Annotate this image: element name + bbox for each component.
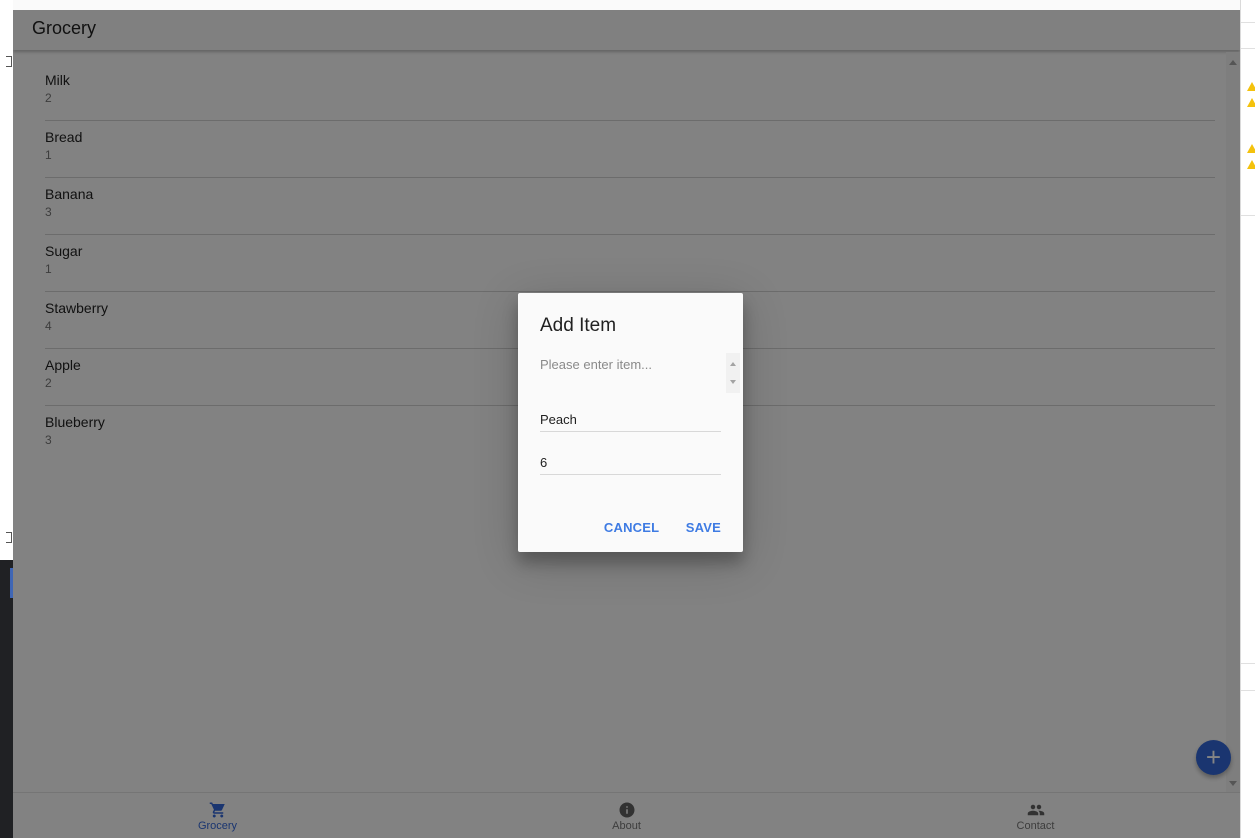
add-item-dialog: Add Item Please enter item... CANCEL SAV… [518,293,743,552]
item-quantity-input[interactable] [540,450,721,475]
divider [1241,215,1255,216]
dialog-title: Add Item [540,315,617,336]
warning-icon [1247,98,1255,107]
warning-icon [1247,82,1255,91]
divider [1241,22,1255,23]
background-panel [0,560,13,838]
scroll-up-arrow-icon[interactable] [730,362,736,366]
save-button[interactable]: SAVE [686,520,721,535]
dialog-prompt: Please enter item... [540,357,652,372]
divider [1241,48,1255,49]
divider [1241,690,1255,691]
divider [1241,663,1255,664]
cancel-button[interactable]: CANCEL [604,520,659,535]
window-edge-mark [6,56,12,67]
window-edge-mark [6,532,12,543]
warning-icon [1247,144,1255,153]
warning-icon [1247,160,1255,169]
devtools-panel-edge [1240,0,1255,838]
dialog-actions: CANCEL SAVE [582,519,721,537]
scroll-down-arrow-icon[interactable] [730,380,736,384]
dialog-scrollbar[interactable] [726,353,740,393]
background-window-left-edge [0,0,13,838]
item-name-input[interactable] [540,407,721,432]
